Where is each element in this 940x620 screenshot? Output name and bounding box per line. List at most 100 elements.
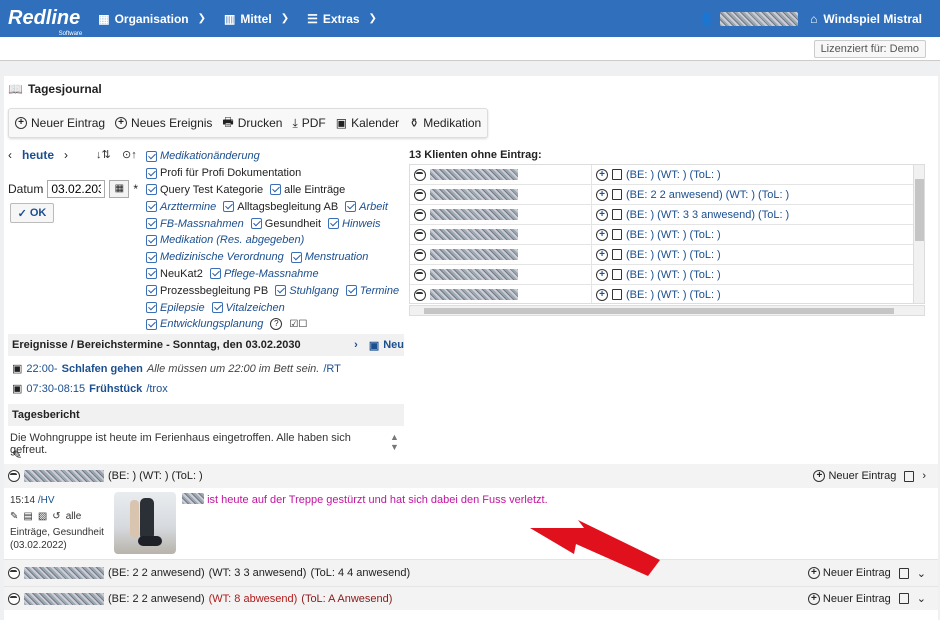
- filter-arbeit[interactable]: Arbeit: [345, 201, 388, 213]
- help-icon[interactable]: ?: [270, 318, 283, 331]
- vertical-scrollbar[interactable]: [913, 165, 924, 303]
- checkbox[interactable]: [146, 302, 157, 314]
- event-item[interactable]: ▣ 22:00- Schlafen gehen Alle müssen um 2…: [12, 362, 341, 376]
- checkbox[interactable]: [146, 218, 157, 230]
- client-name-redacted[interactable]: [24, 470, 104, 482]
- client-name-redacted[interactable]: [430, 269, 518, 280]
- ok-button[interactable]: ✓ OK: [10, 203, 54, 223]
- document-edit-icon[interactable]: [612, 209, 622, 220]
- next-day-button[interactable]: ›: [64, 148, 68, 162]
- prev-day-button[interactable]: ‹: [8, 148, 12, 162]
- nav-extras[interactable]: ☰ Extras ❯: [307, 12, 377, 26]
- filter-medikation[interactable]: Medikation (Res. abgegeben): [146, 234, 304, 246]
- filter-alle[interactable]: alle Einträge: [270, 184, 345, 196]
- brand-logo[interactable]: Redline Software: [8, 7, 82, 37]
- toggle-all-icon[interactable]: ☑☐: [289, 319, 307, 330]
- image-icon[interactable]: ▧: [38, 510, 47, 523]
- edit-pencil-icon[interactable]: ✎: [12, 448, 22, 462]
- plus-circle-icon[interactable]: +: [596, 208, 608, 221]
- sort-icon[interactable]: ↓⇅: [96, 148, 111, 161]
- checkbox[interactable]: [270, 184, 282, 196]
- checkbox[interactable]: [209, 268, 221, 280]
- checkbox[interactable]: [146, 234, 157, 246]
- client-row[interactable]: + (BE: 2 2 anwesend) (WT: ) (ToL: ): [410, 184, 924, 205]
- document-edit-icon[interactable]: [612, 229, 622, 240]
- checkbox[interactable]: [290, 251, 302, 263]
- checkbox[interactable]: [146, 150, 157, 162]
- filter-prozess[interactable]: Prozessbegleitung PB: [146, 285, 268, 297]
- checkbox[interactable]: [223, 201, 235, 213]
- chevron-down-icon[interactable]: ⌄: [917, 592, 926, 605]
- new-entry-link[interactable]: + Neuer Eintrag: [807, 567, 891, 579]
- checkbox[interactable]: [146, 201, 157, 213]
- client-name-redacted[interactable]: [430, 189, 518, 200]
- chevron-down-icon[interactable]: ⌄: [917, 567, 926, 580]
- checkbox[interactable]: [146, 318, 157, 330]
- calendar-button[interactable]: ▣ Kalender: [336, 116, 399, 130]
- client-row[interactable]: + (BE: ) (WT: ) (ToL: ): [410, 224, 924, 245]
- filter-gesundheit[interactable]: Gesundheit: [250, 218, 321, 230]
- nav-home-label[interactable]: Windspiel Mistral: [823, 12, 922, 26]
- document-edit-icon[interactable]: [904, 470, 915, 482]
- nav-organisation[interactable]: ▦ Organisation ❯: [98, 12, 206, 26]
- scrollbar-thumb[interactable]: [424, 308, 894, 314]
- document-edit-icon[interactable]: [612, 189, 622, 200]
- document-edit-icon[interactable]: [612, 269, 622, 280]
- checkbox[interactable]: [345, 201, 357, 213]
- filter-pflege[interactable]: Pflege-Massnahme: [209, 268, 319, 280]
- document-edit-icon[interactable]: [898, 593, 909, 604]
- client-name-redacted[interactable]: [430, 169, 518, 180]
- filter-neukat[interactable]: NeuKat2: [146, 268, 203, 280]
- client-name-redacted[interactable]: [430, 229, 518, 240]
- client-name-redacted[interactable]: [24, 567, 104, 579]
- edit-pencil-icon[interactable]: ✎: [10, 510, 18, 523]
- checkbox[interactable]: [146, 184, 157, 196]
- client-name-redacted[interactable]: [24, 592, 104, 605]
- plus-circle-icon[interactable]: +: [596, 168, 608, 181]
- document-edit-icon[interactable]: [898, 567, 909, 579]
- plus-circle-icon[interactable]: +: [596, 268, 608, 281]
- filter-arzttermine[interactable]: Arzttermine: [146, 201, 216, 213]
- client-row[interactable]: + (BE: ) (WT: ) (ToL: ): [410, 264, 924, 285]
- client-row[interactable]: + (BE: ) (WT: ) (ToL: ): [410, 165, 924, 185]
- new-event-link[interactable]: › ▣ Neu: [354, 339, 404, 352]
- checkbox[interactable]: [345, 285, 357, 297]
- checkbox[interactable]: [146, 268, 157, 280]
- scrollbar-thumb[interactable]: [915, 179, 924, 241]
- checkbox[interactable]: [146, 251, 157, 263]
- client-name-redacted[interactable]: [430, 209, 518, 220]
- checkbox[interactable]: [146, 285, 157, 297]
- checkbox[interactable]: [146, 167, 157, 179]
- new-event-button[interactable]: + Neues Ereignis: [115, 116, 212, 130]
- checkbox[interactable]: [328, 218, 340, 230]
- filter-termine[interactable]: Termine: [345, 285, 399, 297]
- date-input[interactable]: [47, 180, 106, 198]
- today-button[interactable]: heute: [22, 148, 54, 162]
- client-row[interactable]: + (BE: ) (WT: 3 3 anwesend) (ToL: ): [410, 204, 924, 225]
- new-entry-button[interactable]: + Neuer Eintrag: [15, 116, 105, 130]
- plus-circle-icon[interactable]: +: [596, 288, 608, 301]
- history-icon[interactable]: ↺: [52, 510, 60, 523]
- filter-medikationsaenderung[interactable]: Medikationänderung: [146, 150, 260, 162]
- checkbox[interactable]: [211, 302, 223, 314]
- chevron-right-icon[interactable]: ›: [922, 470, 926, 482]
- filter-vitalzeichen[interactable]: Vitalzeichen: [211, 302, 285, 314]
- client-row[interactable]: + (BE: ) (WT: ) (ToL: ): [410, 244, 924, 265]
- plus-circle-icon[interactable]: +: [596, 248, 608, 261]
- history-sort-icon[interactable]: ⊙↑: [122, 148, 137, 161]
- user-name-redacted[interactable]: [720, 11, 799, 26]
- print-button[interactable]: 🖶 Drucken: [222, 113, 282, 134]
- filter-hinweis[interactable]: Hinweis: [328, 218, 381, 230]
- event-item[interactable]: ▣ 07:30-08:15 Frühstück /trox: [12, 382, 168, 396]
- filter-profi[interactable]: Profi für Profi Dokumentation: [146, 167, 301, 179]
- filter-fb[interactable]: FB-Massnahmen: [146, 218, 244, 230]
- date-picker-button[interactable]: ▦: [109, 180, 130, 198]
- filter-epilepsie[interactable]: Epilepsie: [146, 302, 205, 314]
- pdf-button[interactable]: ⤓ PDF: [292, 116, 325, 131]
- filter-menstruation[interactable]: Menstruation: [290, 251, 368, 263]
- injury-photo[interactable]: [114, 492, 176, 554]
- client-row[interactable]: + (BE: ) (WT: ) (ToL: ): [410, 284, 924, 303]
- plus-circle-icon[interactable]: +: [596, 188, 608, 201]
- filter-verordnung[interactable]: Medizinische Verordnung: [146, 251, 284, 263]
- checkbox[interactable]: [250, 218, 262, 230]
